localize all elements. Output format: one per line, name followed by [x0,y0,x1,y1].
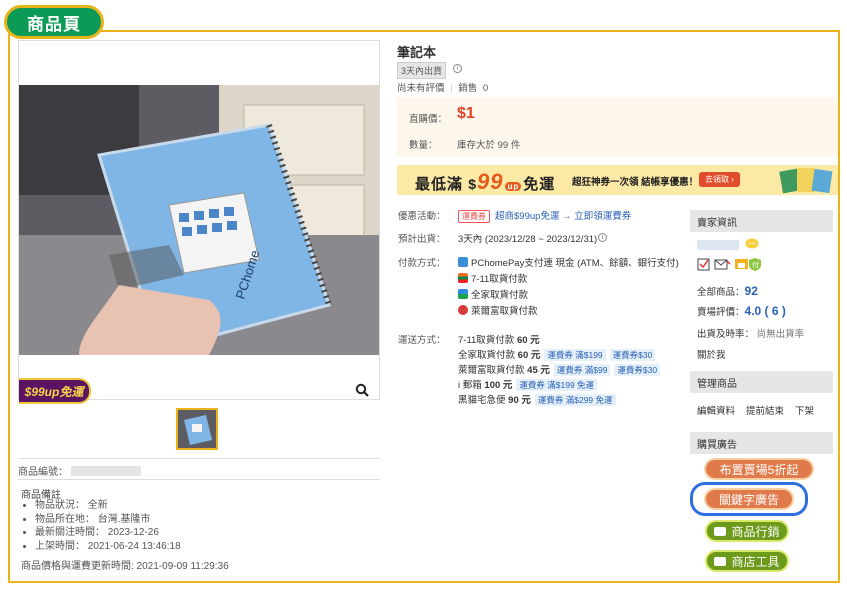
delist-link[interactable]: 下架 [795,403,814,417]
decorate-store-button[interactable]: 布置賣場5折起 [704,458,814,480]
product-marketing-button[interactable]: 商品行銷 [705,520,789,542]
stock-text: 庫存大於 99 件 [457,140,521,151]
page-tab-label: 商品頁 [4,5,104,39]
price-label: 直購價： [409,114,448,125]
ship-value: 3天內 (2023/12/28 ~ 2023/12/31) [458,234,598,245]
svg-text:付: 付 [752,260,759,269]
sales-label: 銷售 [458,83,478,94]
delivery-row: 全家取貨付款 60 元運費券 滿$199 運費券$30 [458,347,656,361]
banner-claim-button[interactable]: 去領取 › [699,172,740,187]
coupon-tag: 運費券 [458,210,490,223]
delivery-label: 運送方式： [398,335,446,346]
end-early-link[interactable]: 提前結束 [746,403,784,417]
pchomepay-icon [458,257,468,267]
coupon-illustration-icon [779,168,833,194]
product-number-row: 商品編號： [18,463,141,478]
rating-line: 尚未有評價 | 銷售 0 [397,83,489,94]
tools-icon [714,556,727,566]
pay-method: 萊爾富取貨付款 [458,303,538,317]
product-thumbnail[interactable] [176,408,218,450]
ship-label: 預計出貨： [398,234,446,245]
familymart-icon [458,289,468,299]
product-title: 筆記本 [397,45,437,60]
info-icon[interactable]: i [453,64,462,73]
pay-method: 7-11取貨付款 [458,271,527,285]
update-time: 商品價格與運費更新時間: 2021-09-09 11:29:36 [21,561,229,572]
delivery-row: 萊爾富取貨付款 45 元運費券 滿$99 運費券$30 [458,362,661,376]
banner-headline: 最低滿 $99 up 免運 [415,169,556,194]
quantity-label: 數量： [409,140,438,151]
seller-info-header: 賣家資訊 [690,210,833,232]
seller-badges: 付 [697,256,769,275]
sales-count: 0 [482,83,489,94]
about-link[interactable]: 關於我 [697,347,726,361]
info-icon[interactable]: i [598,233,607,242]
note-item: 物品所在地： 台灣.基隆市 [35,513,181,527]
manage-header: 管理商品 [690,371,833,393]
notes-list: 物品狀況： 全新 物品所在地： 台灣.基隆市 最新關注時間： 2023-12-2… [21,499,181,553]
note-item: 最新關注時間： 2023-12-26 [35,526,181,540]
ads-header: 購買廣告 [690,432,833,454]
zoom-icon[interactable] [355,383,369,397]
price-panel: 直購價： $1 數量： 庫存大於 99 件 [397,97,838,157]
seller-name-redacted[interactable] [697,240,739,250]
keyword-ad-button[interactable]: 關鍵字廣告 [704,488,794,510]
free-shipping-badge: $99up免運 [19,378,91,404]
edit-link[interactable]: 編輯資料 [697,403,735,417]
delivery-row: 黑貓宅急便 90 元運費券 滿$299 免運 [458,392,616,406]
rating-text[interactable]: 尚未有評價 [397,83,445,94]
ship-rate: 出貨及時率： 尚無出貨率 [697,329,805,340]
divider [18,479,380,480]
note-item: 上架時間： 2021-06-24 13:46:18 [35,540,181,554]
free-shipping-banner[interactable]: 最低滿 $99 up 免運 超狂神券一次領 結帳享優惠！ 去領取 › [397,165,838,195]
pay-method: PChomePay支付連 現金 (ATM、餘額、銀行支付) [458,255,679,269]
promo-row: 運費券 超商$99up免運 → 立即領運費券 [458,208,631,223]
product-image-box: PChome $99up免運 [18,40,380,404]
delivery-row: 7-11取貨付款 60 元 [458,335,540,346]
product-photo[interactable]: PChome [19,85,379,355]
note-item: 物品狀況： 全新 [35,499,181,513]
promo-label: 優惠活動： [398,211,446,222]
store-tools-button[interactable]: 商店工具 [705,550,789,572]
divider [18,458,380,459]
pay-method: 全家取貨付款 [458,287,528,301]
hilife-icon [458,305,468,315]
total-products: 全部商品：92 [697,284,758,298]
delivery-row: i 郵箱 100 元運費券 滿$199 免運 [458,377,598,391]
chat-icon[interactable] [745,238,759,253]
price-value: $1 [457,105,475,122]
banner-subtitle: 超狂神券一次領 結帳享優惠！ [572,177,699,188]
promo-link[interactable]: 超商$99up免運 → 立即領運費券 [495,211,631,222]
ship-badge: 3天內出貨 [397,62,447,79]
pay-label: 付款方式： [398,258,446,269]
marketing-icon [714,526,727,536]
product-number-label: 商品編號： [18,467,68,478]
seven-eleven-icon [458,273,468,283]
product-number-redacted [70,466,141,476]
seller-rating: 賣場評價：4.0 ( 6 ) [697,304,786,318]
